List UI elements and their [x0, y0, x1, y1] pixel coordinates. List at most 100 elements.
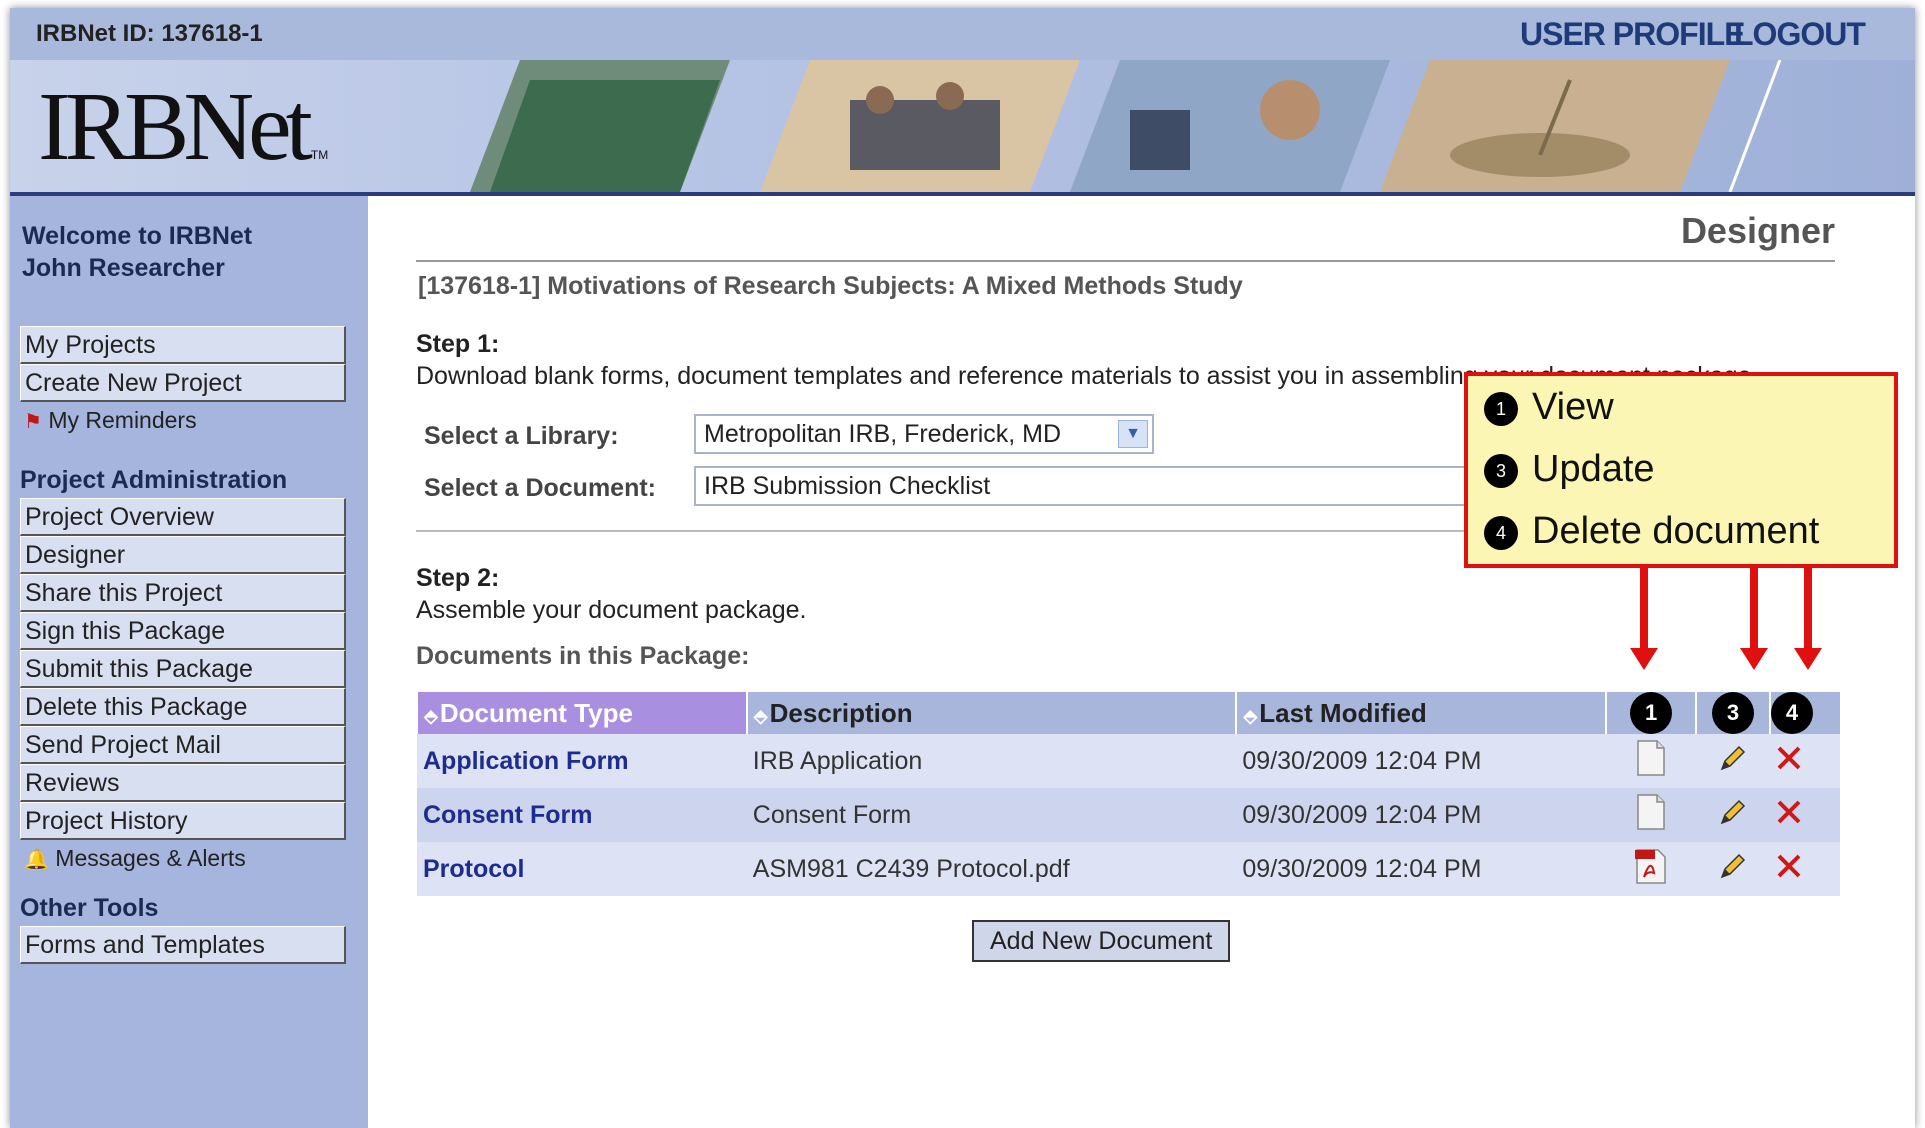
step-divider [416, 530, 1566, 532]
banner-photos [470, 60, 1782, 192]
document-type-link[interactable]: Consent Form [423, 801, 592, 829]
library-select-value: Metropolitan IRB, Frederick, MD [704, 420, 1062, 448]
chevron-down-icon[interactable]: ▼ [1118, 420, 1148, 448]
sidebar-item-delete-package[interactable]: Delete this Package [20, 688, 346, 726]
sort-arrow-icon: ⬘ [424, 705, 438, 726]
irbnet-id: IRBNet ID: 137618-1 [36, 20, 263, 47]
column-header-description[interactable]: ⬘Description [745, 692, 1237, 734]
column-header-label: Description [769, 697, 913, 728]
sidebar: Welcome to IRBNet John Researcher My Pro… [10, 196, 368, 1128]
arrow-view-head [1630, 648, 1658, 670]
callout-legend: 1 View 3 Update 4 Delete document [1464, 372, 1898, 568]
legend-label: Delete document [1532, 510, 1820, 552]
logout-link[interactable]: LOGOUT [1734, 16, 1866, 53]
document-description: IRB Application [746, 734, 1237, 788]
document-type-link[interactable]: Application Form [423, 747, 629, 775]
library-label: Select a Library: [424, 422, 619, 450]
table-row: Consent Form Consent Form 09/30/2009 12:… [417, 788, 1840, 842]
browser-page: IRBNet ID: 137618-1 USER PROFILE LOGOUT … [10, 8, 1915, 1128]
column-header-label: Last Modified [1259, 697, 1427, 728]
legend-item-delete: 4 Delete document [1484, 510, 1819, 553]
sidebar-item-submit-package[interactable]: Submit this Package [20, 650, 346, 688]
document-icon[interactable] [1637, 739, 1665, 783]
document-description: Consent Form [746, 788, 1237, 842]
delete-x-icon[interactable] [1776, 745, 1802, 778]
sidebar-item-forms-templates[interactable]: Forms and Templates [20, 926, 346, 964]
document-select[interactable]: IRB Submission Checklist [694, 466, 1474, 506]
header-banner: IRBNet TM [10, 60, 1915, 196]
column-header-label: Document Type [439, 697, 633, 728]
documents-table: ⬘Document Type ⬘Description ⬘Last Modifi… [416, 692, 1840, 896]
nav-admin: Project Administration Project Overview … [20, 462, 346, 878]
column-header-document-type[interactable]: ⬘Document Type [416, 692, 747, 734]
delete-x-icon[interactable] [1776, 853, 1802, 886]
sidebar-item-my-reminders[interactable]: ⚑ My Reminders [20, 402, 346, 440]
sidebar-item-share-project[interactable]: Share this Project [20, 574, 346, 612]
legend-item-view: 1 View [1484, 386, 1614, 429]
legend-label: Update [1532, 448, 1655, 490]
table-row: Application Form IRB Application 09/30/2… [417, 734, 1840, 788]
user-profile-link[interactable]: USER PROFILE [1520, 16, 1745, 53]
add-new-document-button[interactable]: Add New Document [972, 920, 1231, 962]
user-name: John Researcher [22, 254, 225, 282]
welcome-line: Welcome to IRBNet [22, 222, 253, 250]
sidebar-item-designer[interactable]: Designer [20, 536, 346, 574]
pencil-icon[interactable] [1718, 743, 1748, 780]
step2-label: Step 2: [416, 564, 500, 592]
arrow-delete [1804, 568, 1812, 652]
column-header-delete: 4 [1768, 692, 1840, 734]
step1-label: Step 1: [416, 330, 500, 358]
alert-bell-icon: 🔔 [24, 849, 49, 871]
heading-divider [416, 260, 1835, 262]
document-label: Select a Document: [424, 474, 657, 502]
library-select[interactable]: Metropolitan IRB, Frederick, MD ▼ [694, 414, 1154, 454]
sort-arrow-icon: ⬘ [1243, 705, 1258, 726]
update-badge: 3 [1712, 692, 1754, 734]
flag-icon: ⚑ [24, 411, 42, 433]
sidebar-item-project-overview[interactable]: Project Overview [20, 498, 346, 536]
welcome-text: Welcome to IRBNet John Researcher [22, 220, 252, 284]
document-description: ASM981 C2439 Protocol.pdf [746, 842, 1237, 896]
table-row: Protocol ASM981 C2439 Protocol.pdf 09/30… [417, 842, 1840, 896]
top-bar: IRBNet ID: 137618-1 USER PROFILE LOGOUT [10, 8, 1915, 60]
project-administration-heading: Project Administration [20, 466, 288, 494]
sidebar-item-create-new-project[interactable]: Create New Project [20, 364, 346, 402]
document-last-modified: 09/30/2009 12:04 PM [1236, 788, 1607, 842]
legend-badge: 1 [1484, 391, 1518, 426]
pdf-icon[interactable] [1634, 847, 1668, 892]
pencil-icon[interactable] [1718, 851, 1748, 888]
sidebar-item-sign-package[interactable]: Sign this Package [20, 612, 346, 650]
column-header-view: 1 [1605, 692, 1697, 734]
sidebar-item-label: Messages & Alerts [55, 845, 246, 871]
sidebar-item-reviews[interactable]: Reviews [20, 764, 346, 802]
document-last-modified: 09/30/2009 12:04 PM [1236, 842, 1607, 896]
nav-top: My Projects Create New Project ⚑ My Remi… [20, 326, 346, 440]
legend-item-update: 3 Update [1484, 448, 1655, 491]
arrow-delete-head [1794, 648, 1822, 670]
view-badge: 1 [1630, 692, 1673, 734]
delete-x-icon[interactable] [1776, 799, 1802, 832]
nav-other-tools: Other Tools Forms and Templates [20, 890, 346, 964]
documents-label: Documents in this Package: [416, 642, 750, 670]
legend-badge: 3 [1484, 453, 1518, 488]
column-header-last-modified[interactable]: ⬘Last Modified [1235, 692, 1607, 734]
sidebar-item-label: My Reminders [48, 407, 197, 433]
irbnet-logo: IRBNet TM [38, 73, 329, 181]
document-select-value: IRB Submission Checklist [704, 472, 991, 500]
table-header-row: ⬘Document Type ⬘Description ⬘Last Modifi… [416, 692, 1840, 734]
main-content: Designer [137618-1] Motivations of Resea… [368, 196, 1915, 1128]
project-title: [137618-1] Motivations of Research Subje… [418, 272, 1243, 300]
page-title: Designer [1680, 210, 1835, 251]
delete-badge: 4 [1770, 692, 1813, 734]
document-type-link[interactable]: Protocol [423, 855, 524, 883]
sidebar-item-my-projects[interactable]: My Projects [20, 326, 346, 364]
document-last-modified: 09/30/2009 12:04 PM [1236, 734, 1607, 788]
arrow-update-head [1740, 648, 1768, 670]
sidebar-item-project-history[interactable]: Project History [20, 802, 346, 840]
document-icon[interactable] [1637, 793, 1665, 837]
arrow-view [1640, 568, 1648, 652]
pencil-icon[interactable] [1718, 797, 1748, 834]
sidebar-item-messages-alerts[interactable]: 🔔 Messages & Alerts [20, 840, 346, 878]
step2-text: Assemble your document package. [416, 596, 807, 624]
sidebar-item-send-project-mail[interactable]: Send Project Mail [20, 726, 346, 764]
